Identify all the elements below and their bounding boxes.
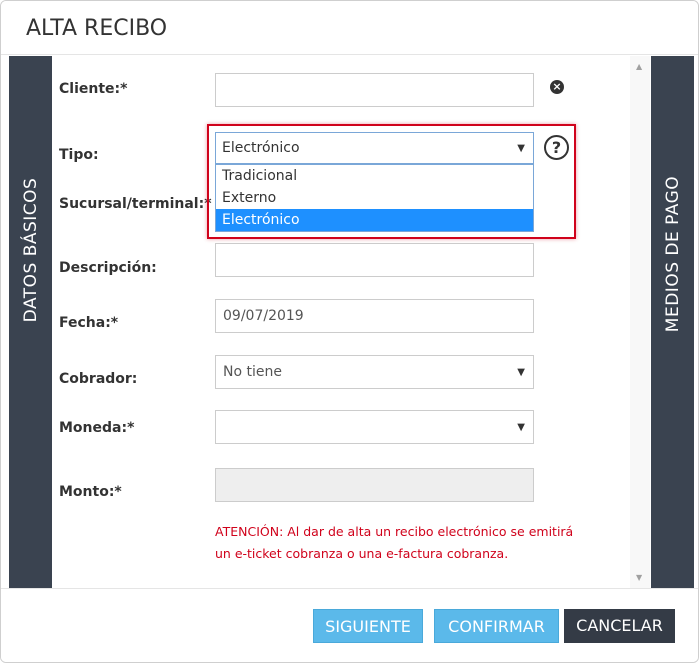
descripcion-label: Descripción:	[59, 260, 157, 276]
modal-title: ALTA RECIBO	[26, 16, 168, 41]
tipo-option-tradicional[interactable]: Tradicional	[216, 165, 533, 187]
help-icon[interactable]: ?	[544, 135, 569, 160]
scroll-up-icon[interactable]: ▲	[636, 62, 642, 71]
modal-header: ALTA RECIBO	[1, 1, 698, 55]
cancelar-button[interactable]: CANCELAR	[564, 609, 675, 643]
modal-footer: SIGUIENTE CONFIRMAR CANCELAR	[1, 588, 698, 662]
cobrador-label: Cobrador:	[59, 371, 138, 387]
chevron-down-icon: ▼	[517, 367, 525, 378]
tipo-selected-value: Electrónico	[222, 140, 300, 156]
descripcion-input[interactable]	[215, 243, 534, 277]
sucursal-label: Sucursal/terminal:*	[59, 196, 212, 212]
tipo-option-electronico[interactable]: Electrónico	[216, 209, 533, 231]
close-circle-icon[interactable]: ×	[550, 80, 564, 94]
warning-line-2: un e-ticket cobranza o una e-factura cob…	[215, 546, 509, 561]
chevron-down-icon: ▼	[517, 422, 525, 433]
form-scrollbar[interactable]: ▲ ▼	[630, 56, 650, 588]
alta-recibo-modal: ALTA RECIBO DATOS BÁSICOS Cliente:* × Ti…	[0, 0, 699, 663]
tab-medios-de-pago-label: MEDIOS DE PAGO	[662, 175, 683, 333]
cliente-label: Cliente:*	[59, 81, 128, 97]
confirmar-button[interactable]: CONFIRMAR	[434, 609, 559, 643]
fecha-input[interactable]: 09/07/2019	[215, 299, 534, 333]
scroll-down-icon[interactable]: ▼	[636, 573, 642, 582]
fecha-value: 09/07/2019	[223, 308, 304, 324]
tab-datos-basicos-label: DATOS BÁSICOS	[20, 177, 41, 323]
moneda-label: Moneda:*	[59, 420, 135, 436]
fecha-label: Fecha:*	[59, 315, 119, 331]
tipo-label: Tipo:	[59, 147, 99, 163]
cobrador-value: No tiene	[223, 364, 282, 380]
tipo-select[interactable]: Electrónico ▼	[215, 132, 534, 164]
tab-medios-de-pago[interactable]: MEDIOS DE PAGO	[651, 56, 694, 588]
chevron-down-icon: ▼	[517, 143, 525, 154]
tipo-option-externo[interactable]: Externo	[216, 187, 533, 209]
monto-input[interactable]	[215, 468, 534, 502]
tab-datos-basicos[interactable]: DATOS BÁSICOS	[9, 56, 52, 588]
siguiente-button[interactable]: SIGUIENTE	[313, 609, 423, 643]
monto-label: Monto:*	[59, 484, 122, 500]
cobrador-select[interactable]: No tiene ▼	[215, 355, 534, 389]
cliente-input[interactable]	[215, 73, 534, 107]
tipo-options-list: Tradicional Externo Electrónico	[215, 164, 534, 232]
moneda-select[interactable]: ▼	[215, 410, 534, 444]
warning-line-1: ATENCIÓN: Al dar de alta un recibo elect…	[215, 524, 574, 539]
